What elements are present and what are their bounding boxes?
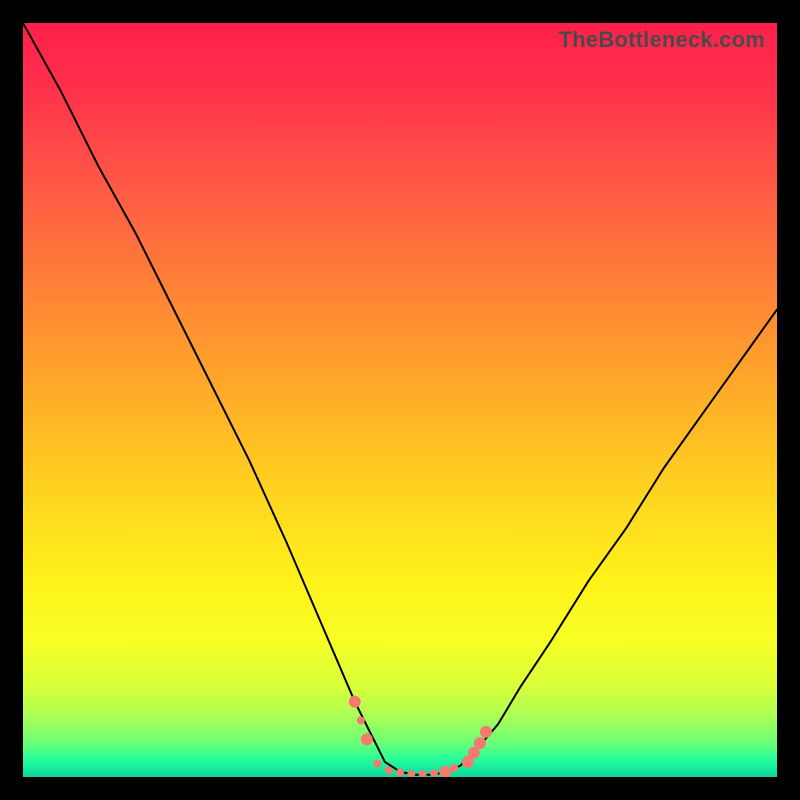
bottleneck-curve [23,23,777,775]
chart-overlay [23,23,777,777]
plot-area: TheBottleneck.com [23,23,777,777]
sample-points [349,696,492,777]
chart-frame: TheBottleneck.com [0,0,800,800]
